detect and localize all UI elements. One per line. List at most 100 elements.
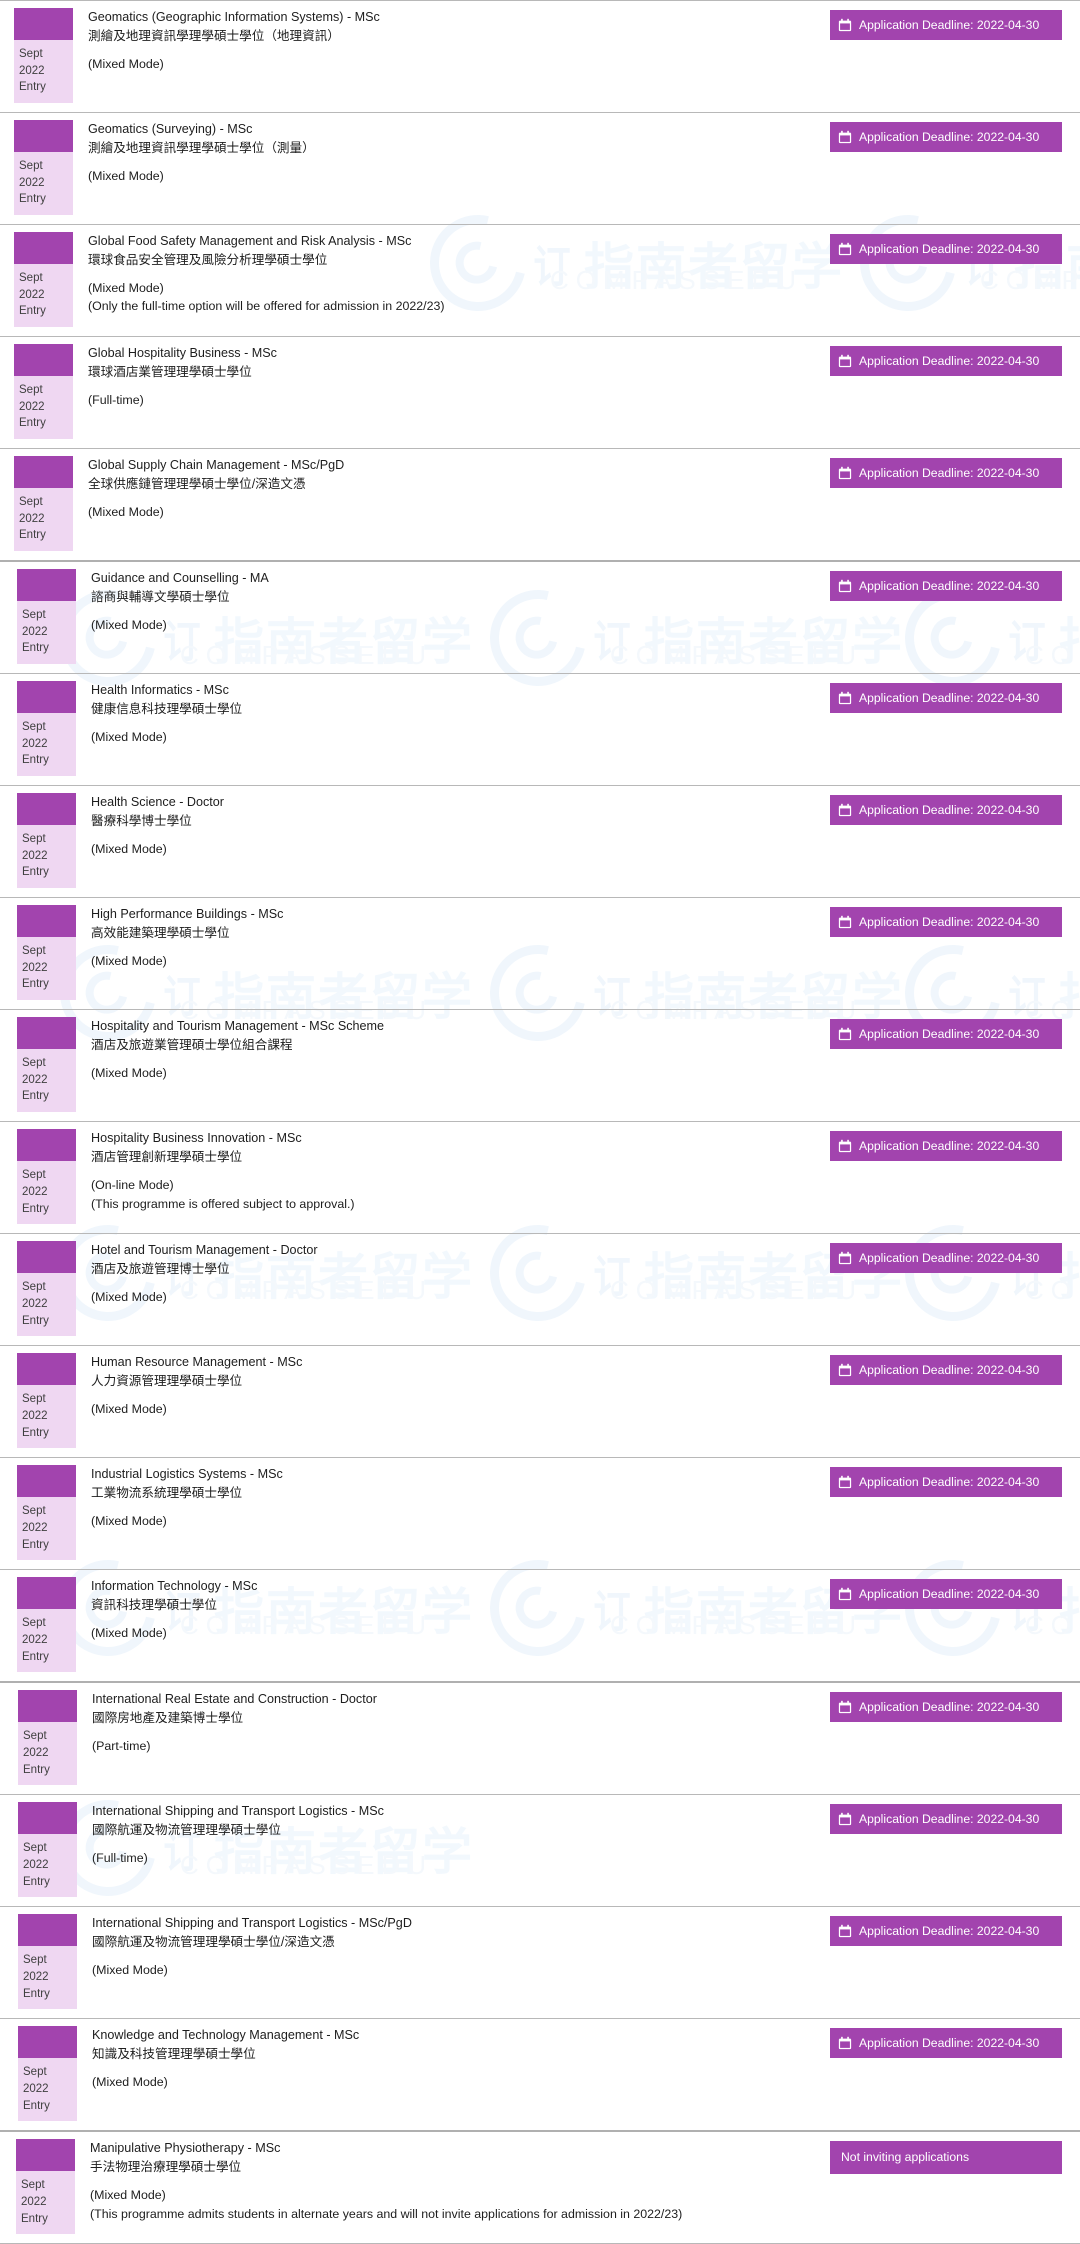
programme-title-zh: 國際房地產及建築博士學位 — [92, 1711, 244, 1726]
programme-title-en[interactable]: Guidance and Counselling - MA — [91, 570, 830, 588]
programme-title-zh: 全球供應鏈管理理學碩士學位/深造文憑 — [88, 476, 306, 491]
programme-row[interactable]: Sept 2022 Entry Hotel and Tourism Manageme… — [0, 1233, 1080, 1345]
entry-term-line1: Sept 2022 — [19, 272, 45, 301]
programme-row-inner: Sept 2022 Entry Global Food Safety Managem… — [0, 225, 1080, 336]
programme-title-en[interactable]: Knowledge and Technology Management - MS… — [92, 2027, 830, 2045]
programme-mode-group: (Mixed Mode) — [92, 2073, 830, 2092]
application-deadline-badge: Application Deadline: 2022-04-30 — [830, 683, 1062, 714]
programme-title-en[interactable]: International Shipping and Transport Log… — [92, 1803, 830, 1821]
programme-title-en[interactable]: International Shipping and Transport Log… — [92, 1915, 830, 1933]
programme-row[interactable]: Sept 2022 Entry Global Hospitality Busines… — [0, 336, 1080, 448]
programme-title-en[interactable]: Information Technology - MSc — [91, 1578, 830, 1596]
status-badge-label: Application Deadline: 2022-04-30 — [859, 129, 1040, 144]
programme-title-zh: 醫療科學博士學位 — [91, 813, 192, 828]
programme-row[interactable]: Sept 2022 Entry Health Science - Doctor 醫療科… — [0, 785, 1080, 897]
calendar-icon — [838, 1924, 852, 1938]
programme-mode-group: (Mixed Mode) — [91, 1400, 830, 1419]
programme-details: Health Informatics - MSc 健康信息科技理學碩士學位 (Mix… — [91, 681, 830, 746]
programme-title-en[interactable]: High Performance Buildings - MSc — [91, 906, 830, 924]
programme-title-en[interactable]: Global Food Safety Management and Risk A… — [88, 233, 830, 251]
programme-details: High Performance Buildings - MSc 高效能建築理學碩… — [91, 905, 830, 970]
programme-details: Hotel and Tourism Management - Doctor 酒店及… — [91, 1241, 830, 1306]
programme-title-en[interactable]: Health Informatics - MSc — [91, 682, 830, 700]
calendar-icon — [838, 1027, 852, 1041]
programme-row[interactable]: Sept 2022 Entry Geomatics (Surveying) - MS… — [0, 112, 1080, 224]
programme-row[interactable]: Sept 2022 Entry Hospitality and Tourism Ma… — [0, 1009, 1080, 1121]
status-badge-label: Application Deadline: 2022-04-30 — [859, 2036, 1040, 2051]
programme-row[interactable]: Sept 2022 Entry Knowledge and Technology M… — [0, 2018, 1080, 2130]
programme-note: (Only the full-time option will be offer… — [88, 299, 445, 314]
programme-row-inner: Sept 2022 Entry Geomatics (Surveying) - MS… — [0, 113, 1080, 224]
entry-term-chip: Sept 2022 Entry — [14, 120, 73, 216]
programme-title-en[interactable]: Manipulative Physiotherapy - MSc — [90, 2140, 830, 2158]
programme-status-cell: Application Deadline: 2022-04-30 — [830, 905, 1062, 938]
programme-row[interactable]: Sept 2022 Entry Global Food Safety Managem… — [0, 224, 1080, 336]
programme-note: (This programme admits students in alter… — [90, 2206, 683, 2221]
programme-row[interactable]: Sept 2022 Entry Guidance and Counselling -… — [0, 560, 1080, 673]
programme-details: Hospitality and Tourism Management - MSc… — [91, 1017, 830, 1082]
programme-row[interactable]: Sept 2022 Entry Health Informatics - MSc 健康… — [0, 673, 1080, 785]
status-badge-label: Application Deadline: 2022-04-30 — [859, 1700, 1040, 1715]
entry-term-line1: Sept 2022 — [22, 1505, 48, 1534]
entry-term-chip-body: Sept 2022 Entry — [18, 2058, 77, 2121]
entry-term-chip-body: Sept 2022 Entry — [18, 1834, 77, 1897]
application-deadline-badge: Application Deadline: 2022-04-30 — [830, 346, 1062, 377]
programme-row-inner: Sept 2022 Entry International Real Estate … — [4, 1683, 1080, 1794]
programme-title-en[interactable]: Health Science - Doctor — [91, 794, 830, 812]
programme-title-zh: 知識及科技管理理學碩士學位 — [92, 2047, 256, 2062]
calendar-icon — [838, 354, 852, 368]
programme-row-inner: Sept 2022 Entry Hospitality Business Innov… — [3, 1122, 1080, 1233]
programme-status-cell: Not inviting applications — [830, 2139, 1062, 2174]
programme-mode-group: (Full-time) — [92, 1849, 830, 1868]
programme-row[interactable]: Sept 2022 Entry Information Technology - M… — [0, 1569, 1080, 1681]
programme-row[interactable]: Sept 2022 Entry International Shipping and… — [0, 1794, 1080, 1906]
programme-mode: (Mixed Mode) — [92, 1963, 168, 1978]
programme-title-en[interactable]: Industrial Logistics Systems - MSc — [91, 1466, 830, 1484]
programme-title-en[interactable]: Hotel and Tourism Management - Doctor — [91, 1242, 830, 1260]
entry-term-line2: Entry — [22, 1650, 49, 1663]
entry-term-chip-body: Sept 2022 Entry — [17, 601, 76, 664]
programme-details: Knowledge and Technology Management - MS… — [92, 2026, 830, 2091]
entry-term-line2: Entry — [21, 2212, 48, 2225]
programme-title-en[interactable]: Hospitality and Tourism Management - MSc… — [91, 1018, 830, 1036]
programme-row-inner: Sept 2022 Entry Hospitality and Tourism Ma… — [3, 1010, 1080, 1121]
programme-title-en[interactable]: Human Resource Management - MSc — [91, 1354, 830, 1372]
programme-title-en[interactable]: International Real Estate and Constructi… — [92, 1691, 830, 1709]
programme-row-inner: Sept 2022 Entry International Shipping and… — [4, 1795, 1080, 1906]
programme-mode-group: (On-line Mode) (This programme is offered… — [91, 1176, 830, 1213]
programme-mode-group: (Mixed Mode) (This programme admits stude… — [90, 2186, 830, 2223]
programme-title-zh: 手法物理治療理學碩士學位 — [90, 2160, 242, 2175]
programme-title-en[interactable]: Global Supply Chain Management - MSc/PgD — [88, 457, 830, 475]
entry-term-line1: Sept 2022 — [19, 160, 45, 189]
programme-row[interactable]: Sept 2022 Entry Global Supply Chain Manage… — [0, 448, 1080, 560]
entry-term-chip-header — [17, 793, 76, 826]
programme-details: Industrial Logistics Systems - MSc 工業物流系統… — [91, 1465, 830, 1530]
programme-row[interactable]: Sept 2022 Entry International Shipping and… — [0, 1906, 1080, 2018]
application-deadline-badge: Application Deadline: 2022-04-30 — [830, 458, 1062, 489]
programme-row[interactable]: Sept 2022 Entry Hospitality Business Innov… — [0, 1121, 1080, 1233]
entry-term-chip-body: Sept 2022 Entry — [16, 2171, 75, 2234]
programme-row-inner: Sept 2022 Entry Global Hospitality Busines… — [0, 337, 1080, 448]
programme-row[interactable]: Sept 2022 Entry Human Resource Management … — [0, 1345, 1080, 1457]
programme-title-en[interactable]: Global Hospitality Business - MSc — [88, 345, 830, 363]
entry-term-line1: Sept 2022 — [23, 1730, 49, 1759]
programme-row[interactable]: Sept 2022 Entry Manipulative Physiotherapy… — [0, 2130, 1080, 2243]
entry-term-chip-header — [17, 1465, 76, 1498]
entry-term-line2: Entry — [19, 81, 46, 94]
programme-row[interactable]: Sept 2022 Entry Geomatics (Geographic Info… — [0, 0, 1080, 112]
programme-title-en[interactable]: Hospitality Business Innovation - MSc — [91, 1130, 830, 1148]
entry-term-chip-body: Sept 2022 Entry — [17, 1161, 76, 1224]
programme-title-en[interactable]: Geomatics (Geographic Information System… — [88, 9, 830, 27]
programme-title-en[interactable]: Geomatics (Surveying) - MSc — [88, 121, 830, 139]
programme-row[interactable]: Sept 2022 Entry High Performance Buildings… — [0, 897, 1080, 1009]
entry-term-line2: Entry — [22, 1426, 49, 1439]
programme-row[interactable]: Sept 2022 Entry International Real Estate … — [0, 1681, 1080, 1794]
programme-title-zh: 健康信息科技理學碩士學位 — [91, 701, 243, 716]
programme-status-cell: Application Deadline: 2022-04-30 — [830, 8, 1062, 40]
entry-term-line2: Entry — [19, 305, 46, 318]
programme-row[interactable]: Sept 2022 Entry Industrial Logistics Syste… — [0, 1457, 1080, 1569]
entry-term-line1: Sept 2022 — [22, 1281, 48, 1310]
calendar-icon — [838, 18, 852, 32]
programme-status-cell: Application Deadline: 2022-04-30 — [830, 569, 1062, 602]
calendar-icon — [838, 915, 852, 929]
